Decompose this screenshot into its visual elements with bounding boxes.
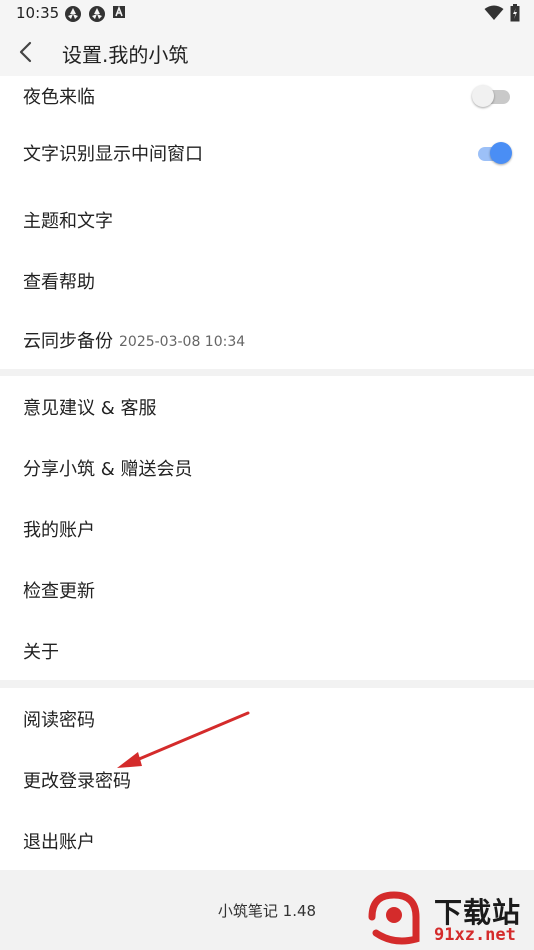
- setting-label: 关于: [23, 641, 59, 663]
- page-title: 设置.我的小筑: [62, 43, 189, 67]
- status-bar: 10:35: [0, 0, 534, 28]
- setting-label: 主题和文字: [23, 210, 113, 232]
- wifi-icon: [484, 5, 504, 20]
- setting-label: 阅读密码: [23, 709, 95, 731]
- app-bar: 设置.我的小筑: [0, 28, 534, 76]
- aperture-icon: [65, 6, 81, 22]
- setting-label: 意见建议 & 客服: [23, 397, 157, 419]
- settings-section-security: 阅读密码 更改登录密码 退出账户: [0, 688, 534, 870]
- status-icons-left: [64, 5, 126, 23]
- setting-feedback-support[interactable]: 意见建议 & 客服: [0, 376, 534, 437]
- setting-label: 分享小筑 & 赠送会员: [23, 458, 193, 480]
- watermark: 下载站 91xz.net: [360, 885, 534, 950]
- setting-label: 夜色来临: [23, 87, 95, 108]
- watermark-logo-icon: [368, 891, 420, 945]
- settings-section-account: 意见建议 & 客服 分享小筑 & 赠送会员 我的账户 检查更新 关于: [0, 376, 534, 680]
- a-badge-icon: [113, 5, 125, 18]
- setting-my-account[interactable]: 我的账户: [0, 498, 534, 559]
- aperture-icon: [89, 6, 105, 22]
- setting-label: 我的账户: [23, 519, 95, 541]
- setting-check-update[interactable]: 检查更新: [0, 559, 534, 620]
- chevron-left-icon: [19, 41, 32, 63]
- settings-section-general: 夜色来临 文字识别显示中间窗口 主题和文字 查看帮助 云同步备份 2025-03…: [0, 76, 534, 369]
- setting-night-mode[interactable]: 夜色来临: [0, 76, 534, 116]
- status-icons-right: [484, 4, 520, 22]
- setting-logout[interactable]: 退出账户: [0, 810, 534, 871]
- ocr-middle-window-toggle[interactable]: [472, 141, 512, 165]
- back-button[interactable]: [10, 36, 42, 68]
- setting-label: 云同步备份: [23, 331, 113, 352]
- status-time: 10:35: [16, 4, 60, 22]
- setting-label: 文字识别显示中间窗口: [23, 143, 203, 165]
- setting-reading-password[interactable]: 阅读密码: [0, 688, 534, 749]
- setting-label: 退出账户: [23, 831, 95, 853]
- setting-view-help[interactable]: 查看帮助: [0, 250, 534, 311]
- setting-cloud-sync-backup[interactable]: 云同步备份 2025-03-08 10:34: [0, 311, 534, 369]
- setting-ocr-middle-window[interactable]: 文字识别显示中间窗口: [0, 116, 534, 189]
- setting-theme-and-text[interactable]: 主题和文字: [0, 189, 534, 250]
- setting-label: 更改登录密码: [23, 770, 131, 792]
- night-mode-toggle[interactable]: [472, 84, 512, 108]
- last-backup-time: 2025-03-08 10:34: [119, 333, 246, 350]
- battery-icon: [510, 4, 520, 22]
- setting-label: 检查更新: [23, 580, 95, 602]
- watermark-url: 91xz.net: [434, 925, 516, 945]
- setting-about[interactable]: 关于: [0, 620, 534, 681]
- setting-label: 查看帮助: [23, 271, 95, 293]
- setting-change-login-password[interactable]: 更改登录密码: [0, 749, 534, 810]
- setting-share-gift-membership[interactable]: 分享小筑 & 赠送会员: [0, 437, 534, 498]
